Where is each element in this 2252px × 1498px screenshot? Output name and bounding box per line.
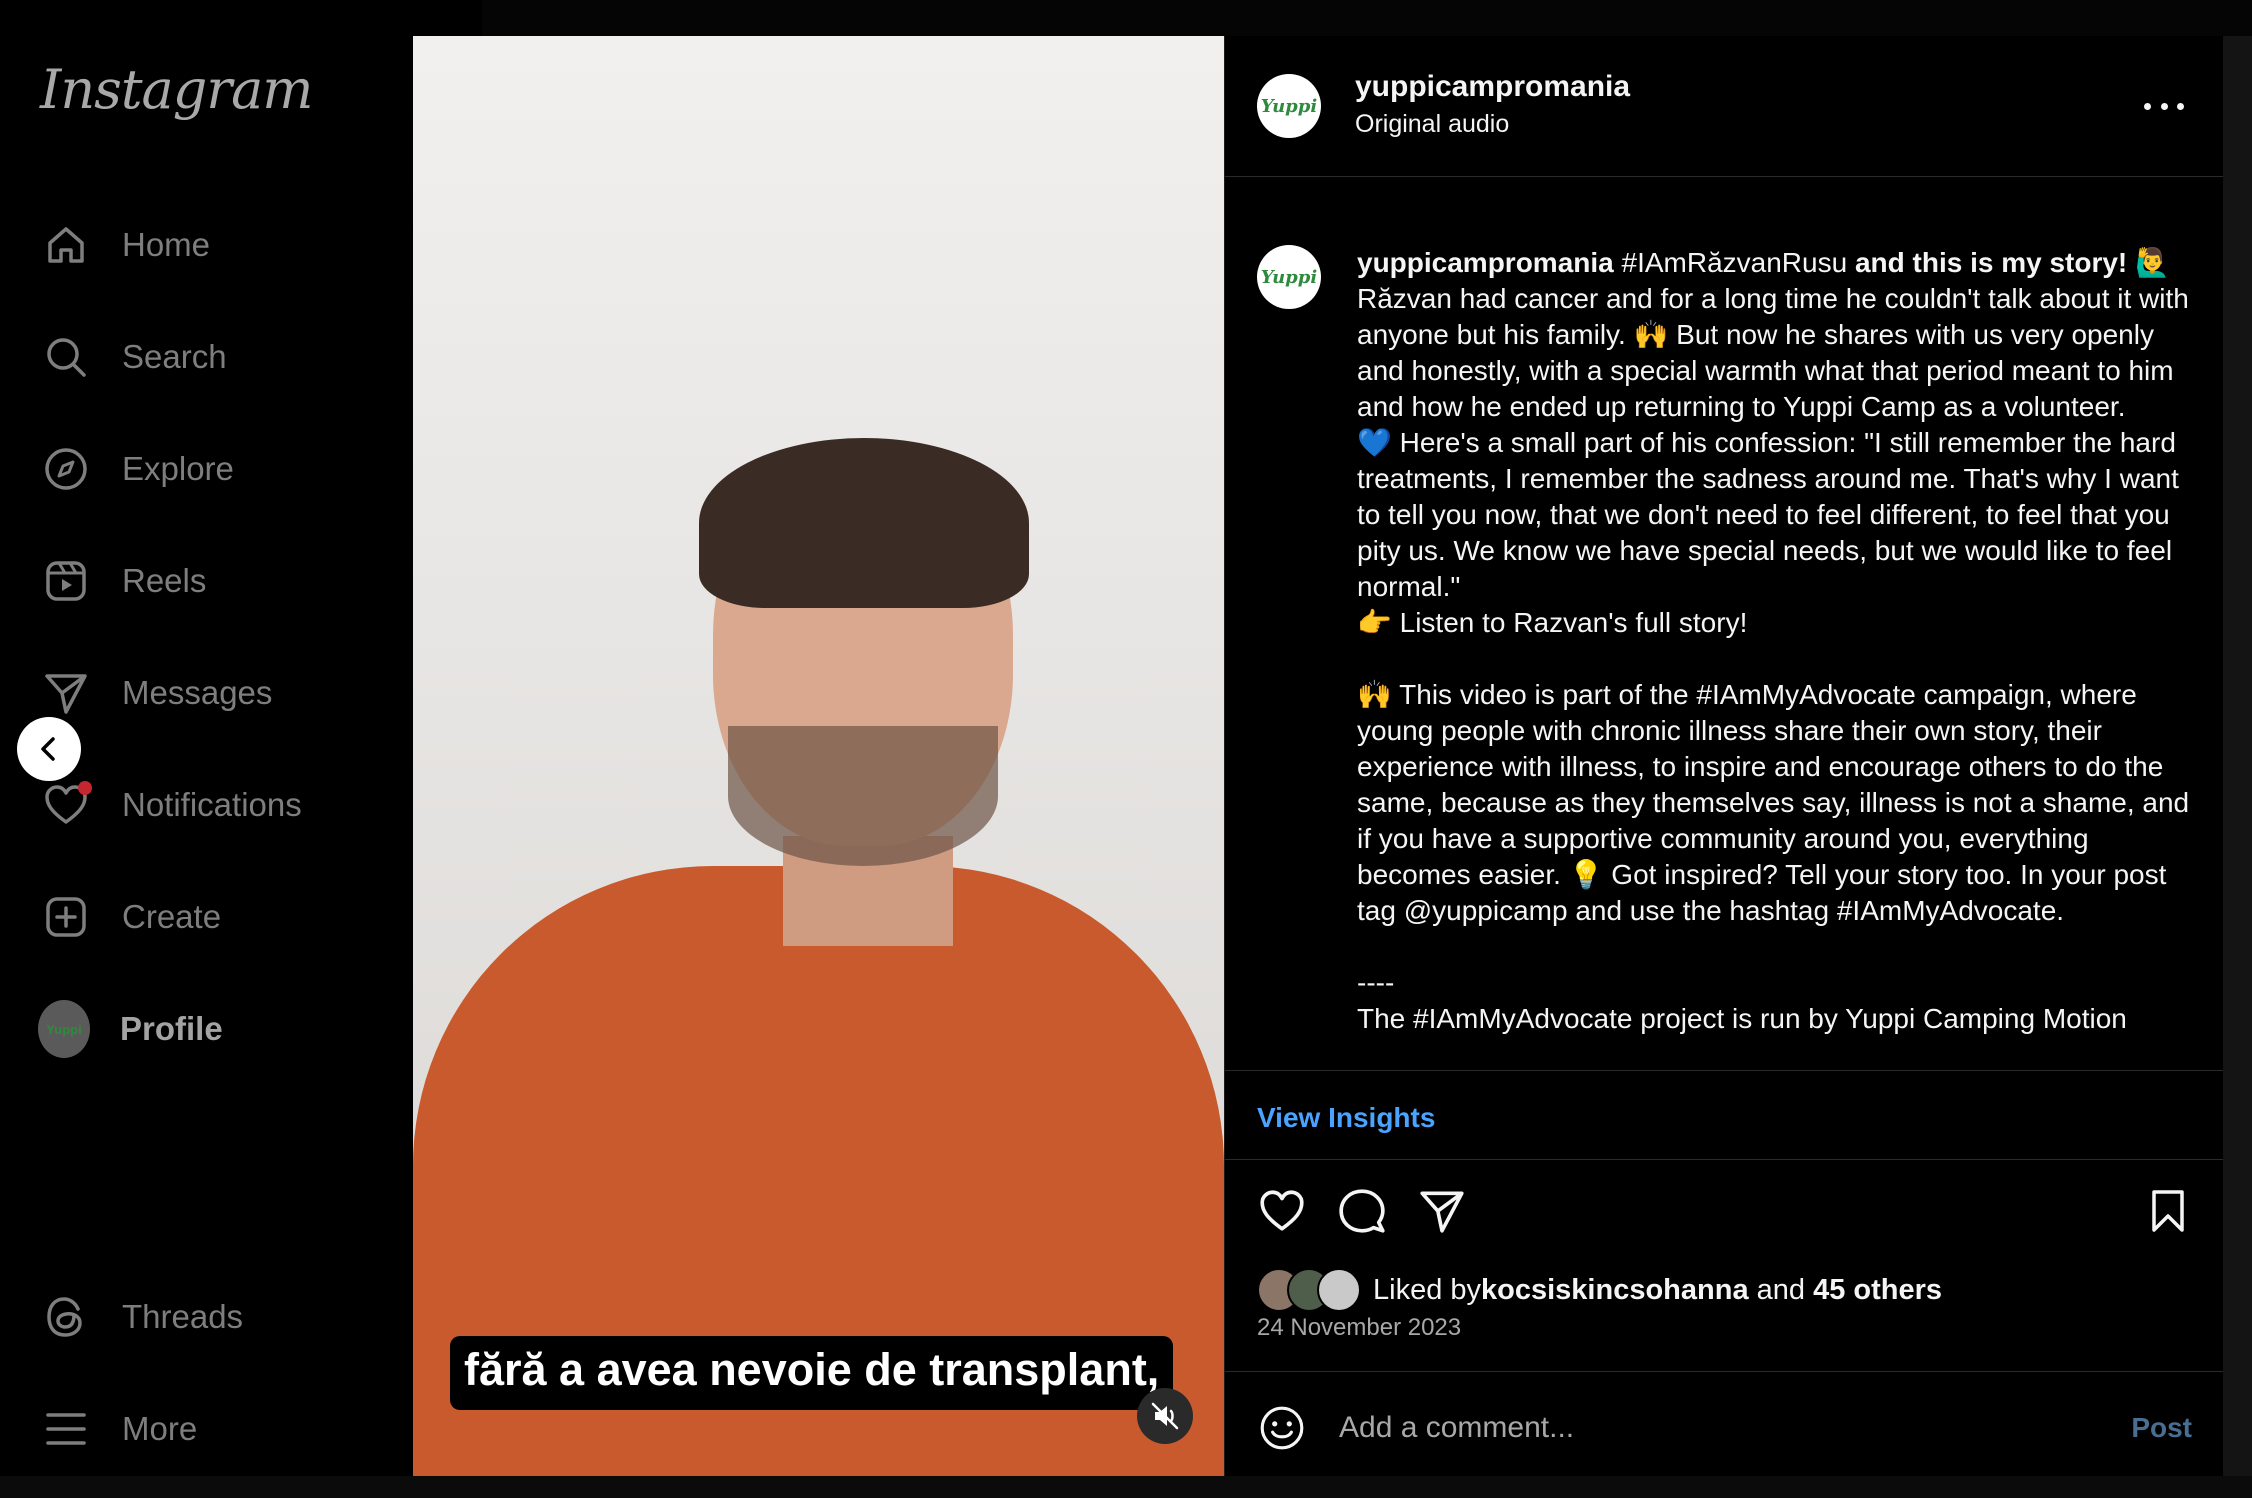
bookmark-icon <box>2152 1190 2184 1232</box>
sidebar-item-label: Profile <box>120 1010 223 1047</box>
sidebar-item-label: Messages <box>122 674 273 711</box>
video-person-beard <box>728 726 998 866</box>
caption-text: yuppicampromania #IAmRăzvanRusu and this… <box>1357 245 2197 1037</box>
sidebar-item-messages[interactable]: Messages <box>40 663 272 723</box>
more-options-icon[interactable] <box>2144 96 2184 116</box>
divider <box>1225 1159 2224 1160</box>
caption-username[interactable]: yuppicampromania <box>1357 247 1614 278</box>
likes-summary[interactable]: Liked by kocsiskincsohanna and 45 others <box>1257 1266 1942 1314</box>
likes-middle: and <box>1748 1273 1814 1306</box>
avatar[interactable]: Yuppi <box>1257 74 1321 138</box>
post-username[interactable]: yuppicampromania <box>1355 70 1630 104</box>
video-person-hair <box>699 438 1029 608</box>
next-content-peek <box>2223 36 2252 1476</box>
like-button[interactable] <box>1257 1186 1307 1241</box>
view-insights-link[interactable]: View Insights <box>1257 1102 1435 1134</box>
comment-icon <box>1339 1189 1385 1233</box>
send-icon <box>40 667 92 719</box>
send-icon <box>1420 1191 1464 1233</box>
sidebar-item-label: Create <box>122 898 222 935</box>
volume-muted-icon <box>1151 1402 1179 1430</box>
likes-others-link[interactable]: 45 others <box>1813 1274 1942 1307</box>
avatar: Yuppi <box>38 1000 90 1058</box>
caption-hashtag[interactable]: #IAmRăzvanRusu <box>1622 247 1848 278</box>
profile-avatar-wrap: Yuppi <box>38 1000 90 1058</box>
home-icon <box>40 219 92 271</box>
background-feed-bottom <box>0 1476 2252 1498</box>
instagram-logo[interactable]: Instagram <box>40 58 313 121</box>
comment-button[interactable] <box>1337 1186 1387 1241</box>
caption-section: Yuppi yuppicampromania #IAmRăzvanRusu an… <box>1225 177 2224 1071</box>
video-subtitle: fără a avea nevoie de transplant, <box>450 1336 1174 1410</box>
sidebar-item-profile[interactable]: Yuppi Profile <box>38 999 223 1059</box>
post-panel: Yuppi yuppicampromania Original audio Yu… <box>1224 36 2224 1476</box>
sidebar-item-reels[interactable]: Reels <box>40 551 206 611</box>
previous-post-button[interactable] <box>17 717 81 781</box>
reel-video[interactable]: fără a avea nevoie de transplant, <box>413 36 1224 1476</box>
sidebar-item-label: More <box>122 1410 198 1447</box>
comment-input[interactable] <box>1337 1410 2132 1446</box>
reels-icon <box>40 555 92 607</box>
post-comment-button[interactable]: Post <box>2131 1412 2192 1444</box>
emoji-icon[interactable] <box>1257 1403 1307 1453</box>
compass-icon <box>40 443 92 495</box>
audio-label[interactable]: Original audio <box>1355 110 1509 139</box>
sidebar-item-home[interactable]: Home <box>40 215 210 275</box>
sidebar-item-label: Threads <box>122 1298 244 1335</box>
post-date: 24 November 2023 <box>1257 1314 1462 1341</box>
sidebar-item-label: Home <box>122 226 211 263</box>
avatar <box>1317 1268 1361 1312</box>
threads-icon <box>40 1291 92 1343</box>
share-button[interactable] <box>1417 1186 1467 1241</box>
sidebar-item-label: Explore <box>122 450 234 487</box>
sidebar-item-threads[interactable]: Threads <box>40 1287 243 1347</box>
search-icon <box>40 331 92 383</box>
sidebar-item-explore[interactable]: Explore <box>40 439 234 499</box>
sidebar-item-create[interactable]: Create <box>40 887 221 947</box>
divider <box>1225 1371 2224 1372</box>
chevron-left-icon <box>41 737 55 761</box>
caption-headline: and this is my story! 🙋‍♂️ <box>1847 247 2170 278</box>
menu-icon <box>40 1403 92 1455</box>
liker-username[interactable]: kocsiskincsohanna <box>1481 1274 1749 1307</box>
background-feed <box>482 0 2252 36</box>
comment-composer: Post <box>1257 1398 2192 1458</box>
avatar[interactable]: Yuppi <box>1257 245 1321 309</box>
action-bar <box>1257 1186 2192 1246</box>
mute-button[interactable] <box>1137 1388 1193 1444</box>
sidebar-item-more[interactable]: More <box>40 1399 197 1459</box>
heart-icon <box>40 779 92 831</box>
sidebar-item-label: Search <box>122 338 227 375</box>
post-header: Yuppi yuppicampromania Original audio <box>1225 36 2224 177</box>
notification-dot <box>78 781 92 795</box>
sidebar-item-search[interactable]: Search <box>40 327 227 387</box>
likes-prefix: Liked by <box>1373 1273 1482 1306</box>
caption-body: Răzvan had cancer and for a long time he… <box>1357 283 2190 1034</box>
sidebar-item-label: Reels <box>122 562 207 599</box>
plus-square-icon <box>40 891 92 943</box>
heart-icon <box>1260 1190 1304 1231</box>
save-button[interactable] <box>2144 1186 2192 1241</box>
sidebar-item-label: Notifications <box>122 786 302 823</box>
sidebar-item-notifications[interactable]: Notifications <box>40 775 302 835</box>
